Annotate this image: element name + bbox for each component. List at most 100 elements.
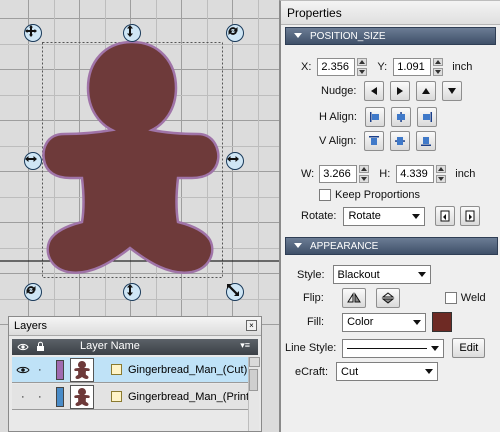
align-top-icon — [369, 136, 380, 145]
nudge-up-button[interactable] — [416, 81, 437, 101]
rotate-handle-top-right[interactable] — [226, 24, 244, 42]
w-decrement-button[interactable] — [359, 175, 370, 183]
resize-handle-bottom[interactable] — [123, 283, 141, 301]
nudge-right-button[interactable] — [390, 81, 411, 101]
h-spinner[interactable]: 4.339 — [396, 165, 447, 183]
flip-row: Flip: Weld — [303, 288, 486, 308]
dropdown-arrow-icon — [417, 272, 426, 277]
ecraft-select[interactable]: Cut — [336, 362, 439, 381]
keep-proportions-checkbox[interactable] — [319, 189, 331, 201]
nudge-row: Nudge: — [321, 81, 463, 101]
appearance-section-header[interactable]: APPEARANCE — [285, 237, 498, 255]
line-style-label: Line Style: — [285, 342, 337, 354]
w-field[interactable]: 3.266 — [319, 165, 358, 183]
dropdown-arrow-icon — [425, 369, 434, 374]
arrow-up-icon — [422, 88, 431, 94]
layer-name-print[interactable]: Gingerbread_Man_(Print) — [128, 391, 253, 403]
layer-row-cut[interactable]: · Gingerbread_Man_(Cut) — [12, 357, 258, 383]
layers-panel: Layers × Layer Name ▾≡ · Gingerbread_Man… — [8, 316, 262, 432]
rotate-select-value: Rotate — [348, 210, 381, 222]
rotate-select[interactable]: Rotate — [343, 206, 426, 226]
nudge-down-button[interactable] — [442, 81, 463, 101]
x-decrement-button[interactable] — [357, 68, 368, 76]
rotate-left-icon — [440, 210, 450, 222]
nudge-left-button[interactable] — [364, 81, 385, 101]
style-select[interactable]: Blackout — [332, 265, 431, 284]
y-decrement-button[interactable] — [433, 68, 444, 76]
keep-proportions-row: Keep Proportions — [319, 189, 420, 201]
document-icon — [111, 364, 122, 375]
h-align-label: H Align: — [319, 111, 357, 123]
flip-vertical-icon — [381, 292, 395, 304]
align-right-button[interactable] — [416, 107, 437, 127]
fill-select[interactable]: Color — [342, 312, 427, 332]
align-top-button[interactable] — [364, 131, 385, 151]
align-middle-button[interactable] — [390, 131, 411, 151]
y-increment-button[interactable] — [433, 58, 444, 66]
h-increment-button[interactable] — [436, 165, 447, 173]
line-style-select[interactable] — [342, 338, 445, 358]
flip-horizontal-button[interactable] — [341, 288, 366, 308]
y-field[interactable]: 1.091 — [393, 58, 432, 76]
edit-line-style-button[interactable]: Edit — [452, 338, 486, 358]
dropdown-arrow-icon — [413, 319, 422, 325]
properties-title: Properties — [281, 1, 500, 25]
layers-scrollbar[interactable] — [248, 357, 260, 431]
x-increment-button[interactable] — [357, 58, 368, 66]
flip-label: Flip: — [303, 292, 324, 304]
align-left-button[interactable] — [364, 107, 385, 127]
visibility-dot-icon[interactable]: · — [21, 391, 25, 403]
rotate-right-icon — [465, 210, 475, 222]
align-right-icon — [422, 112, 432, 122]
layer-name-cut[interactable]: Gingerbread_Man_(Cut) — [128, 364, 247, 376]
x-spinner[interactable]: 2.356 — [317, 58, 368, 76]
collapse-caret-icon — [294, 242, 302, 248]
position-size-section-header[interactable]: POSITION_SIZE — [285, 27, 496, 45]
h-decrement-button[interactable] — [436, 175, 447, 183]
v-align-row: V Align: — [319, 131, 437, 151]
y-label: Y: — [377, 61, 388, 73]
collapse-caret-icon — [294, 32, 302, 38]
layer-row-print[interactable]: · · Gingerbread_Man_(Print) — [12, 384, 258, 410]
rotate-left-button[interactable] — [435, 206, 456, 226]
w-label: W: — [301, 168, 315, 180]
weld-checkbox[interactable] — [444, 292, 457, 304]
fill-label: Fill: — [307, 316, 325, 328]
document-icon — [111, 391, 122, 402]
y-spinner[interactable]: 1.091 — [393, 58, 444, 76]
size-unit-label: inch — [455, 168, 476, 180]
style-label: Style: — [297, 268, 325, 281]
fill-select-value: Color — [347, 316, 374, 328]
align-middle-icon — [395, 137, 406, 145]
align-bottom-button[interactable] — [416, 131, 437, 151]
size-row: W: 3.266 H: 4.339 inch — [301, 165, 475, 183]
h-align-row: H Align: — [319, 107, 437, 127]
layer-color-swatch — [56, 360, 64, 380]
align-center-icon — [396, 112, 405, 122]
rotate-handle-bottom-left[interactable] — [24, 283, 42, 301]
scrollbar-thumb[interactable] — [249, 369, 258, 391]
lock-dot-icon[interactable]: · — [38, 391, 42, 403]
x-field[interactable]: 2.356 — [317, 58, 356, 76]
move-handle[interactable] — [24, 24, 42, 42]
lock-dot-icon[interactable]: · — [38, 364, 42, 376]
w-increment-button[interactable] — [359, 165, 370, 173]
arrow-right-icon — [397, 87, 404, 95]
scroll-up-button[interactable] — [249, 357, 260, 367]
resize-handle-left[interactable] — [24, 152, 42, 170]
layers-title: Layers × — [9, 317, 261, 336]
layers-title-text: Layers — [14, 320, 48, 332]
fill-color-swatch[interactable] — [432, 312, 453, 332]
resize-handle-right[interactable] — [226, 152, 244, 170]
resize-handle-top[interactable] — [123, 24, 141, 42]
w-spinner[interactable]: 3.266 — [319, 165, 370, 183]
resize-handle-bottom-right[interactable] — [226, 283, 244, 301]
h-field[interactable]: 4.339 — [396, 165, 435, 183]
close-icon[interactable]: × — [246, 320, 257, 331]
align-center-h-button[interactable] — [390, 107, 411, 127]
rotate-right-button[interactable] — [460, 206, 481, 226]
flip-vertical-button[interactable] — [375, 288, 400, 308]
ecraft-select-value: Cut — [341, 365, 359, 378]
panel-menu-icon[interactable]: ▾≡ — [240, 340, 250, 351]
layers-column-header: Layer Name ▾≡ — [12, 339, 258, 355]
